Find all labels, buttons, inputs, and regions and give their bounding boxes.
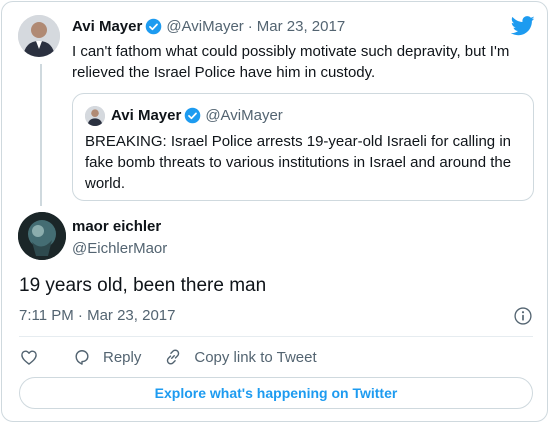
copy-link-button[interactable]: Copy link to Tweet xyxy=(163,347,317,367)
reply-label: Reply xyxy=(103,348,142,366)
reply-tweet-text: 19 years old, been there man xyxy=(19,275,267,296)
quoted-tweet-text: BREAKING: Israel Police arrests 19-year-… xyxy=(85,133,512,192)
explore-twitter-button[interactable]: Explore what's happening on Twitter xyxy=(19,377,533,409)
tweet-actions: Reply Copy link to Tweet xyxy=(19,346,317,368)
embedded-tweet-card: Avi Mayer @AviMayer · Mar 23, 2017 I can… xyxy=(1,1,548,422)
like-button[interactable] xyxy=(19,347,39,367)
info-icon[interactable] xyxy=(513,306,533,326)
thread-line xyxy=(40,64,42,206)
avatar xyxy=(85,106,105,126)
verified-badge-icon xyxy=(184,107,201,124)
reply-icon xyxy=(75,350,89,365)
tweet-date[interactable]: Mar 23, 2017 xyxy=(257,18,345,35)
author-name[interactable]: Avi Mayer xyxy=(72,18,142,35)
parent-tweet-text: I can't fathom what could possibly motiv… xyxy=(72,43,510,81)
twitter-bird-icon[interactable] xyxy=(511,15,535,37)
avatar[interactable] xyxy=(18,15,60,57)
quoted-tweet[interactable]: Avi Mayer @AviMayer BREAKING: Israel Pol… xyxy=(72,93,534,201)
heart-icon xyxy=(21,350,37,365)
link-icon xyxy=(167,349,180,365)
divider xyxy=(19,336,533,337)
verified-badge-icon xyxy=(145,18,162,35)
avatar[interactable] xyxy=(18,212,66,260)
separator-dot: · xyxy=(247,18,253,35)
reply-author-name[interactable]: maor eichler xyxy=(72,218,161,235)
reply-button[interactable]: Reply xyxy=(72,347,141,367)
quoted-author-name: Avi Mayer xyxy=(111,107,182,124)
quoted-author-handle: @AviMayer xyxy=(205,107,283,124)
copy-link-label: Copy link to Tweet xyxy=(194,348,317,366)
author-handle[interactable]: @AviMayer xyxy=(166,18,243,35)
reply-timestamp[interactable]: 7:11 PM · Mar 23, 2017 xyxy=(19,307,175,324)
reply-author-handle[interactable]: @EichlerMaor xyxy=(72,240,167,257)
